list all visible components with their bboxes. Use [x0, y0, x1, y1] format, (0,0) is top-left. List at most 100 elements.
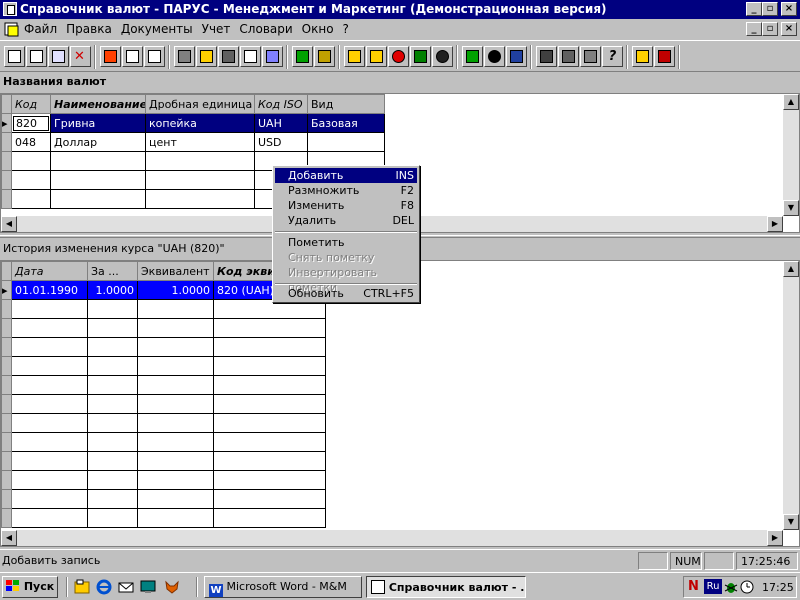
menu-help[interactable]: ? [343, 22, 349, 36]
taskbar-button-currency[interactable]: Справочник валют - ... [366, 576, 526, 598]
table-cell[interactable]: 1.0000 [137, 280, 214, 300]
outlook-icon[interactable] [118, 579, 134, 595]
context-menu-duplicate[interactable]: Размножить F2 [275, 183, 417, 198]
table-cell[interactable]: Доллар [50, 132, 146, 152]
start-button[interactable]: Пуск [2, 576, 58, 598]
context-menu-add[interactable]: Добавить INS [275, 168, 417, 183]
language-indicator[interactable]: Ru [704, 579, 722, 594]
table-cell[interactable] [307, 132, 385, 152]
user-button[interactable] [536, 46, 557, 67]
wizard-button[interactable] [506, 46, 527, 67]
new-doc-button[interactable] [4, 46, 25, 67]
pointer-button[interactable] [410, 46, 431, 67]
yin-yang-button[interactable] [484, 46, 505, 67]
transfer-button[interactable] [292, 46, 313, 67]
child-restore-button[interactable]: ▫ [762, 22, 778, 36]
table-row[interactable]: ▸ 820 Гривна копейка UAH Базовая [1, 113, 385, 133]
scroll-down-button[interactable]: ▼ [783, 200, 799, 216]
close-button[interactable]: × [781, 2, 797, 16]
column-header-iso[interactable]: Код ISO [254, 94, 308, 114]
bug-icon[interactable] [724, 580, 738, 594]
table-cell[interactable]: UAH [254, 113, 308, 133]
menu-accounting[interactable]: Учет [202, 22, 231, 36]
menu-file[interactable]: Файл [24, 22, 57, 36]
calculator-button[interactable] [580, 46, 601, 67]
table-row[interactable] [1, 508, 326, 528]
scroll-right-button[interactable]: ▶ [767, 530, 783, 546]
table-cell[interactable]: 1.0000 [87, 280, 138, 300]
refresh-button[interactable] [366, 46, 387, 67]
help-button[interactable]: ? [602, 46, 623, 67]
child-close-button[interactable]: × [781, 22, 797, 36]
scroll-up-button[interactable]: ▲ [783, 261, 799, 277]
child-minimize-button[interactable]: _ [746, 22, 762, 36]
document-window-icon[interactable] [4, 21, 20, 37]
column-header-fraction[interactable]: Дробная единица [145, 94, 255, 114]
menu-edit[interactable]: Правка [66, 22, 112, 36]
table-row[interactable] [1, 432, 326, 452]
context-menu-delete[interactable]: Удалить DEL [275, 213, 417, 228]
vertical-scrollbar[interactable]: ▲ ▼ [783, 94, 799, 216]
delete-button[interactable]: ✕ [70, 46, 91, 67]
filter-button[interactable] [174, 46, 195, 67]
explorer-icon[interactable] [74, 579, 90, 595]
vertical-scrollbar[interactable]: ▲ ▼ [783, 261, 799, 530]
taskbar-clock[interactable]: 17:25 [762, 581, 794, 594]
context-menu-edit[interactable]: Изменить F8 [275, 198, 417, 213]
report-button[interactable] [462, 46, 483, 67]
edit-doc-button[interactable] [48, 46, 69, 67]
table-cell[interactable]: Базовая [307, 113, 385, 133]
history-grid[interactable]: Дата За ... Эквивалент Код эквивалента ▸… [0, 260, 800, 547]
clock-button[interactable] [388, 46, 409, 67]
find-button[interactable] [196, 46, 217, 67]
table-row[interactable] [1, 375, 326, 395]
menu-documents[interactable]: Документы [121, 22, 193, 36]
table-cell[interactable]: 01.01.1990 [11, 280, 88, 300]
context-menu-refresh[interactable]: Обновить CTRL+F5 [275, 286, 417, 301]
table-row[interactable] [1, 451, 326, 471]
copy-doc-button[interactable] [26, 46, 47, 67]
horizontal-scrollbar[interactable]: ◀ ▶ [1, 530, 783, 546]
scheduler-clock-icon[interactable] [740, 580, 754, 594]
taskbar-button-word[interactable]: W Microsoft Word - M&M [204, 576, 362, 598]
table-row[interactable]: 048 Доллар цент USD [1, 132, 385, 152]
table-cell[interactable]: Гривна [50, 113, 146, 133]
context-menu-mark[interactable]: Пометить [275, 235, 417, 250]
scroll-left-button[interactable]: ◀ [1, 216, 17, 232]
scroll-right-button[interactable]: ▶ [767, 216, 783, 232]
print-preview-button[interactable] [240, 46, 261, 67]
internet-explorer-icon[interactable] [96, 579, 112, 595]
scroll-left-button[interactable]: ◀ [1, 530, 17, 546]
table-row[interactable] [1, 337, 326, 357]
norton-icon[interactable]: N [688, 579, 699, 594]
tools-button[interactable] [558, 46, 579, 67]
table-row[interactable] [1, 470, 326, 490]
table-row[interactable] [1, 489, 326, 509]
cell-editor[interactable]: 820 [13, 115, 49, 131]
table-cell[interactable]: USD [254, 132, 308, 152]
print-button[interactable] [218, 46, 239, 67]
scroll-down-button[interactable]: ▼ [783, 514, 799, 530]
import-button[interactable] [344, 46, 365, 67]
table-cell[interactable]: 048 [11, 132, 51, 152]
column-header-name[interactable]: Наименование [50, 94, 146, 114]
move-button[interactable] [122, 46, 143, 67]
minimize-button[interactable]: _ [746, 2, 762, 16]
menu-dictionaries[interactable]: Словари [239, 22, 292, 36]
desktop-icon[interactable] [140, 579, 156, 595]
move-right-button[interactable] [100, 46, 121, 67]
app-icon[interactable] [3, 2, 17, 16]
table-row[interactable] [1, 318, 326, 338]
column-header-code[interactable]: Код [11, 94, 51, 114]
scroll-button[interactable] [632, 46, 653, 67]
link-button[interactable] [262, 46, 283, 67]
column-header-per[interactable]: За ... [87, 261, 138, 281]
menu-window[interactable]: Окно [302, 22, 334, 36]
maximize-button[interactable]: ▫ [762, 2, 778, 16]
column-header-type[interactable]: Вид [307, 94, 385, 114]
title-bar[interactable]: Справочник валют - ПАРУС - Менеджмент и … [0, 0, 800, 19]
move-left-button[interactable] [144, 46, 165, 67]
fox-icon[interactable] [164, 579, 180, 595]
column-header-date[interactable]: Дата [11, 261, 88, 281]
table-row[interactable] [1, 394, 326, 414]
